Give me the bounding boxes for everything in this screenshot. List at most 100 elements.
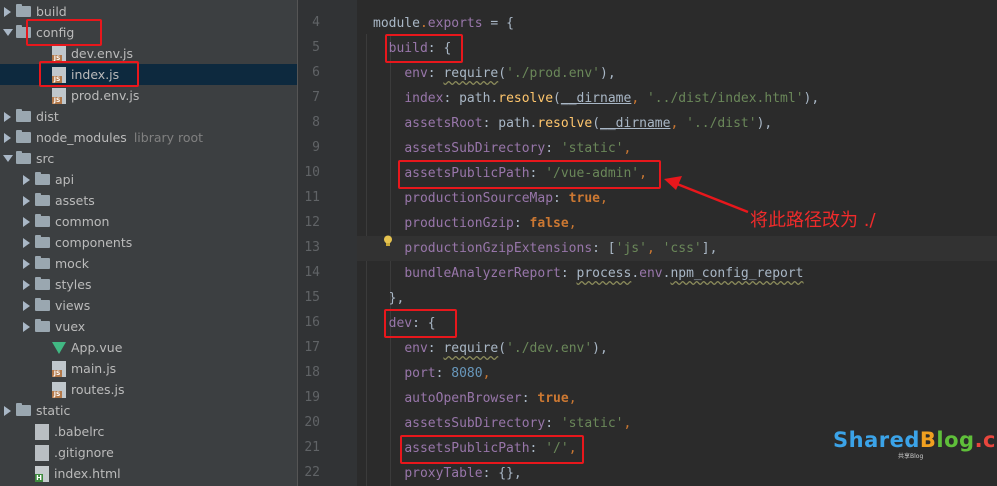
chevron-right-icon[interactable] <box>4 132 11 143</box>
chevron-right-icon[interactable] <box>23 300 30 311</box>
chevron-right-icon[interactable] <box>4 6 11 17</box>
code-line[interactable]: port: 8080, <box>357 361 997 386</box>
chevron-down-icon[interactable] <box>3 155 13 162</box>
code-line[interactable]: env: require('./prod.env'), <box>357 61 997 86</box>
tree-item-app-vue[interactable]: App.vue <box>0 337 297 358</box>
code-token: module <box>373 16 420 31</box>
code-line[interactable]: proxyTable: {}, <box>357 461 997 486</box>
chevron-right-icon[interactable] <box>23 258 30 269</box>
highlight-config-folder <box>26 19 102 46</box>
code-token: , <box>646 241 663 256</box>
folder-icon <box>16 403 31 416</box>
tree-item-label: api <box>55 172 75 187</box>
tree-item-common[interactable]: common <box>0 211 297 232</box>
chevron-right-icon[interactable] <box>4 405 11 416</box>
chevron-right-icon[interactable] <box>23 216 30 227</box>
code-token: : <box>513 216 530 231</box>
code-token: __dirname <box>560 91 632 106</box>
chevron-right-icon[interactable] <box>23 321 30 332</box>
tree-item-vuex[interactable]: vuex <box>0 316 297 337</box>
tree-item-babelrc[interactable]: .babelrc <box>0 421 297 442</box>
folder-icon <box>35 256 50 269</box>
library-root-note: library root <box>133 130 204 145</box>
tree-item-routes-js[interactable]: routes.js <box>0 379 297 400</box>
js-file-icon <box>52 381 66 398</box>
tree-item-src[interactable]: src <box>0 148 297 169</box>
tree-item-views[interactable]: views <box>0 295 297 316</box>
tree-item-main-js[interactable]: main.js <box>0 358 297 379</box>
annotation-arrow <box>664 176 749 214</box>
code-line[interactable]: autoOpenBrowser: true, <box>357 386 997 411</box>
chevron-right-icon[interactable] <box>23 237 30 248</box>
chevron-right-icon[interactable] <box>23 279 30 290</box>
watermark-part: log <box>936 428 975 452</box>
folder-icon <box>16 4 31 17</box>
code-token: env <box>639 266 663 281</box>
tree-item-gitignore[interactable]: .gitignore <box>0 442 297 463</box>
code-line[interactable]: index: path.resolve(__dirname, '../dist/… <box>357 86 997 111</box>
code-token: , <box>568 391 577 406</box>
code-token: . <box>631 266 640 281</box>
code-token: , <box>482 366 491 381</box>
code-token: : {}, <box>482 466 522 481</box>
line-number: 6 <box>312 65 320 80</box>
js-file-icon <box>52 45 66 62</box>
line-number: 18 <box>304 365 320 380</box>
tree-item-node-modules[interactable]: node_modules library root <box>0 127 297 148</box>
folder-icon <box>35 235 50 248</box>
tree-item-styles[interactable]: styles <box>0 274 297 295</box>
code-editor[interactable]: module.exports = { build: { env: require… <box>357 0 997 486</box>
tree-item-api[interactable]: api <box>0 169 297 190</box>
vue-file-icon <box>52 341 66 354</box>
chevron-right-icon[interactable] <box>4 111 11 122</box>
tree-item-mock[interactable]: mock <box>0 253 297 274</box>
code-token: port <box>404 366 436 381</box>
tree-item-label: views <box>55 298 91 313</box>
line-number: 13 <box>304 240 320 255</box>
code-token: , <box>600 191 608 206</box>
highlight-dev-public-path <box>400 435 584 464</box>
tree-item-label: main.js <box>71 361 117 376</box>
code-token: exports <box>427 16 483 31</box>
code-token: , <box>623 141 632 156</box>
code-line[interactable]: }, <box>357 286 997 311</box>
code-line[interactable]: env: require('./dev.env'), <box>357 336 997 361</box>
line-number: 4 <box>312 15 320 30</box>
code-token: ), <box>756 116 773 131</box>
tree-item-static[interactable]: static <box>0 400 297 421</box>
code-token: ( <box>553 91 561 106</box>
watermark-subtext: 共享Blog <box>898 453 924 460</box>
code-token: assetsRoot <box>404 116 483 131</box>
tree-item-prod-env-js[interactable]: prod.env.js <box>0 85 297 106</box>
code-token: , <box>623 416 632 431</box>
code-line[interactable]: module.exports = { <box>357 11 997 36</box>
tree-item-dist[interactable]: dist <box>0 106 297 127</box>
code-token: npm_config_report <box>670 266 804 281</box>
code-token: : <box>545 416 561 431</box>
lightbulb-icon[interactable] <box>383 235 393 247</box>
code-line[interactable]: assetsSubDirectory: 'static', <box>357 136 997 161</box>
folder-icon <box>35 214 50 227</box>
watermark-part: Shared <box>833 428 920 452</box>
code-token: productionSourceMap <box>404 191 554 206</box>
code-line[interactable]: productionGzipExtensions: ['js', 'css'], <box>357 236 997 261</box>
chevron-right-icon[interactable] <box>23 174 30 185</box>
tree-item-components[interactable]: components <box>0 232 297 253</box>
code-token: : <box>521 391 538 406</box>
code-line[interactable]: assetsRoot: path.resolve(__dirname, '../… <box>357 111 997 136</box>
chevron-right-icon[interactable] <box>23 195 30 206</box>
tree-item-index-html[interactable]: index.html <box>0 463 297 484</box>
code-line[interactable]: bundleAnalyzerReport: process.env.npm_co… <box>357 261 997 286</box>
code-token: './dev.env' <box>506 341 593 356</box>
folder-icon <box>35 298 50 311</box>
code-token: , <box>670 116 687 131</box>
line-number: 15 <box>304 290 320 305</box>
tree-item-label: index.html <box>54 466 121 481</box>
chevron-down-icon[interactable] <box>3 29 13 36</box>
code-token: true <box>568 191 600 206</box>
tree-item-assets[interactable]: assets <box>0 190 297 211</box>
